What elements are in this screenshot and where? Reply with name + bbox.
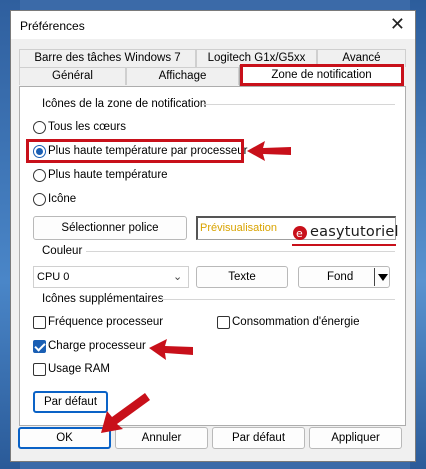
group-title-icons: Icônes de la zone de notification: [42, 98, 207, 110]
tab-barre-des-taches[interactable]: Barre des tâches Windows 7: [19, 49, 196, 67]
checkbox-label-charge: Charge processeur: [48, 340, 146, 352]
checkbox-consommation-energie[interactable]: [217, 316, 230, 329]
checkbox-charge-processeur[interactable]: [33, 340, 46, 353]
group-divider: [160, 299, 395, 300]
option-highlight-box: [26, 139, 244, 163]
preview-text: Prévisualisation: [200, 222, 278, 234]
checkbox-frequence-processeur[interactable]: [33, 316, 46, 329]
cpu-select-value: CPU 0: [37, 271, 70, 283]
checkbox-usage-ram[interactable]: [33, 363, 46, 376]
group-divider: [203, 104, 395, 105]
group-title-color: Couleur: [42, 245, 83, 257]
split-button-separator: [374, 268, 375, 286]
tab-highlight-box: [240, 64, 404, 86]
radio-tous-les-coeurs[interactable]: [33, 121, 46, 134]
tab-affichage[interactable]: Affichage: [126, 67, 239, 85]
svg-text:e: e: [296, 227, 303, 240]
dropdown-arrow-icon[interactable]: [378, 274, 388, 281]
window-title: Préférences: [20, 19, 85, 33]
radio-label-plus-haute-temperature: Plus haute température: [48, 169, 168, 181]
chevron-down-icon: ⌄: [173, 271, 183, 283]
annotation-arrow-icon: [101, 393, 150, 433]
checkbox-label-usage-ram: Usage RAM: [48, 363, 110, 375]
annotation-arrow-icon: [247, 141, 291, 161]
background-color-button[interactable]: Fond: [298, 266, 390, 288]
radio-label-icone: Icône: [48, 193, 77, 205]
radio-icone[interactable]: [33, 193, 46, 206]
close-icon[interactable]: ✕: [390, 14, 405, 34]
watermark-underline: [292, 244, 396, 246]
select-font-button[interactable]: Sélectionner police: [33, 216, 187, 240]
footer-default-button[interactable]: Par défaut: [212, 427, 305, 449]
watermark-text: easytutoriel: [310, 224, 399, 240]
checkbox-label-consommation: Consommation d'énergie: [232, 316, 360, 328]
text-color-button[interactable]: Texte: [196, 266, 288, 288]
radio-plus-haute-temperature[interactable]: [33, 169, 46, 182]
group-title-extra: Icônes supplémentaires: [42, 293, 164, 305]
radio-label-tous-les-coeurs: Tous les cœurs: [48, 121, 126, 133]
group-divider: [86, 251, 395, 252]
watermark-logo-icon: e: [292, 225, 308, 241]
tab-general[interactable]: Général: [19, 67, 126, 85]
annotation-arrow-icon: [149, 339, 193, 360]
checkbox-label-frequence: Fréquence processeur: [48, 316, 164, 328]
apply-button[interactable]: Appliquer: [309, 427, 402, 449]
title-bar: Préférences ✕: [11, 11, 415, 39]
